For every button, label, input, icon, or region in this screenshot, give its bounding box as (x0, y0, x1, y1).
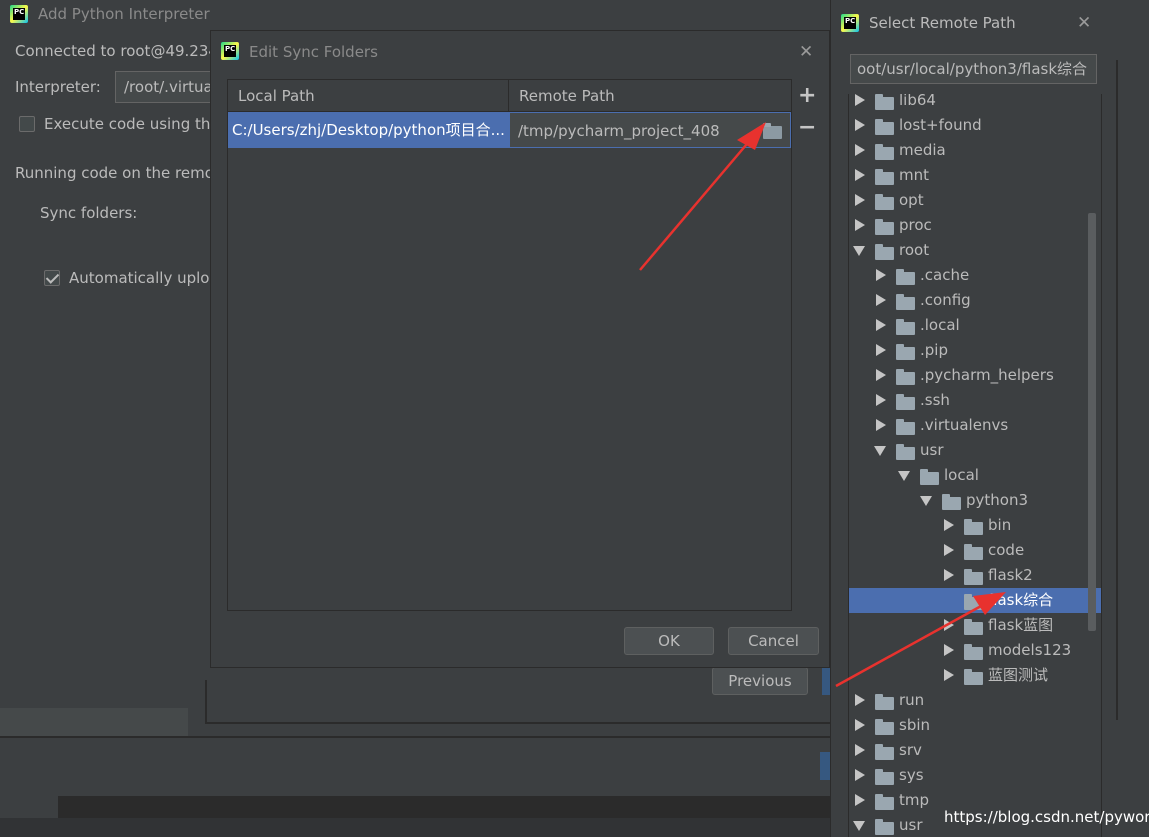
arrow-to-selected-folder (835, 592, 1006, 688)
arrow-to-folder-icon (639, 122, 766, 271)
watermark: https://blog.csdn.net/pyword (944, 808, 1149, 826)
annotation-arrows (639, 122, 1006, 688)
